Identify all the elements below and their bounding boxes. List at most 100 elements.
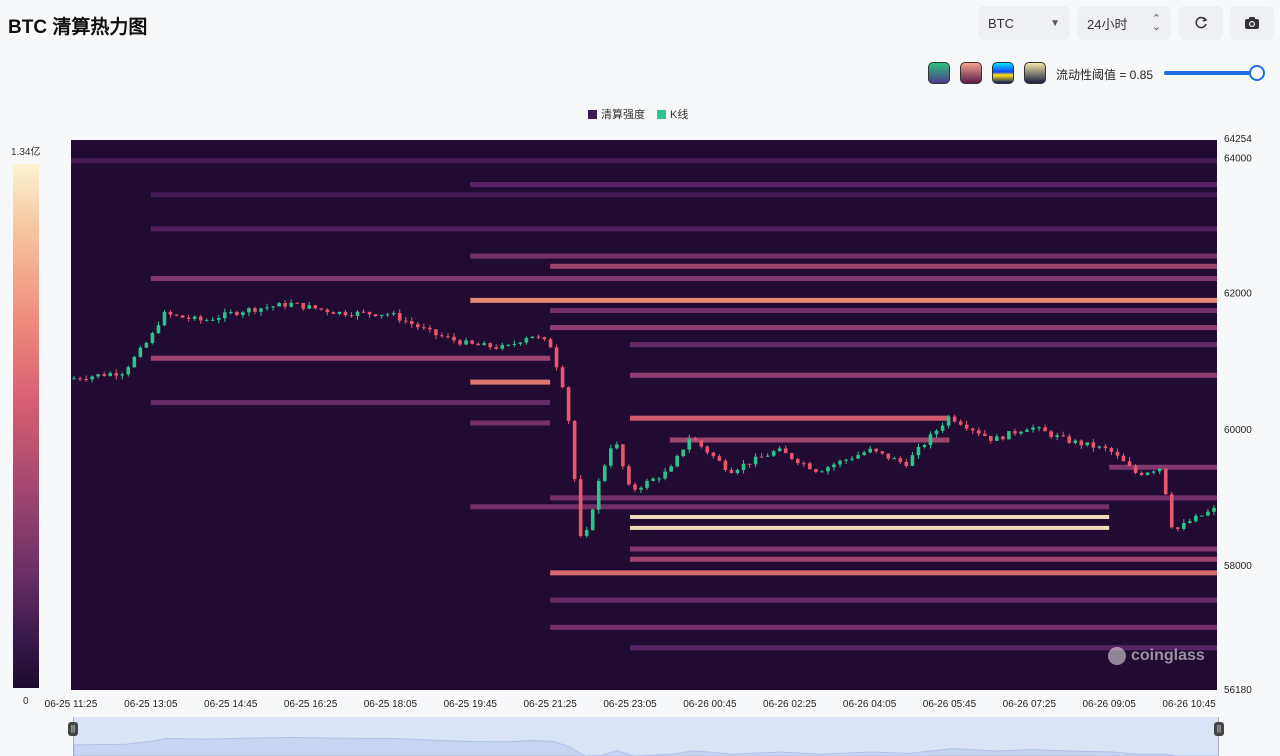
candle-body-37 (295, 302, 299, 304)
candle-body-90 (615, 444, 619, 449)
candle-body-173 (1115, 451, 1120, 456)
candle-body-73 (512, 343, 517, 345)
heat-band-1 (470, 182, 1218, 188)
candle-body-87 (596, 480, 601, 510)
y-tick-label-3: 60000 (1224, 425, 1252, 436)
time-navigator[interactable] (73, 717, 1219, 756)
heat-band-3 (150, 226, 1218, 232)
candle-body-128 (844, 459, 848, 461)
candle-body-31 (259, 308, 263, 312)
heat-band-20 (470, 504, 1110, 510)
navigator-right-handle[interactable]: || (1214, 722, 1224, 736)
time-axis: 06-25 11:25 06-25 13:05 06-25 14:45 06-25 1… (45, 699, 1216, 710)
candle-body-150 (976, 430, 981, 434)
candle-body-101 (681, 449, 686, 456)
candle-body-83 (572, 420, 577, 480)
candle-body-88 (602, 465, 607, 481)
candle-body-38 (301, 302, 306, 309)
candle-body-130 (856, 454, 860, 459)
candle-body-176 (1133, 465, 1138, 473)
candle-body-135 (886, 453, 891, 459)
y-tick-label-4: 58000 (1224, 561, 1252, 572)
x-tick-label-11: 06-26 05:45 (923, 699, 977, 710)
candle-body-110 (735, 469, 740, 474)
candle-body-160 (1037, 427, 1041, 429)
candle-body-43 (331, 312, 336, 314)
candle-body-48 (361, 311, 366, 313)
candle-body-76 (530, 336, 535, 339)
candle-body-57 (416, 324, 420, 328)
heat-band-0 (71, 158, 1217, 164)
candle-body-5 (102, 374, 106, 376)
candle-body-127 (838, 460, 842, 465)
candle-body-22 (204, 320, 209, 322)
heatmap-chart[interactable]: 64254 64000 62000 60000 58000 56180 06-25 11:… (0, 0, 1280, 716)
x-tick-label-2: 06-25 14:45 (204, 699, 258, 710)
candle-body-11 (138, 347, 143, 357)
candle-body-181 (1163, 468, 1168, 495)
candle-body-56 (409, 321, 414, 325)
candle-body-178 (1145, 472, 1150, 475)
heat-band-21 (630, 514, 1110, 519)
candle-body-33 (271, 306, 275, 308)
candle-body-30 (253, 308, 257, 312)
candle-body-78 (542, 337, 547, 340)
x-tick-label-3: 06-25 16:25 (284, 699, 338, 710)
candle-body-89 (609, 448, 613, 466)
heat-band-11 (150, 355, 551, 361)
x-tick-label-8: 06-26 00:45 (683, 699, 737, 710)
candle-body-59 (428, 327, 432, 330)
candle-body-97 (657, 478, 661, 480)
candle-body-113 (753, 456, 758, 465)
candle-body-115 (765, 455, 770, 457)
heat-band-4 (470, 253, 1218, 259)
candle-body-80 (554, 347, 559, 368)
candle-body-125 (826, 467, 830, 472)
candle-body-84 (578, 479, 583, 536)
heat-band-15 (630, 415, 950, 421)
candle-body-35 (283, 302, 287, 307)
candle-body-145 (946, 416, 951, 426)
candle-body-141 (922, 444, 927, 447)
candle-body-137 (898, 458, 903, 462)
candle-body-153 (995, 436, 999, 441)
candle-body-46 (349, 315, 354, 317)
heat-band-14 (150, 400, 551, 406)
y-tick-label-5: 56180 (1224, 685, 1252, 696)
candle-body-124 (820, 471, 824, 473)
heat-band-23 (630, 546, 1217, 552)
candle-body-66 (470, 340, 474, 344)
candle-body-93 (633, 484, 637, 490)
heat-band-9 (550, 325, 1217, 331)
candle-body-149 (970, 428, 975, 431)
navigator-preview (74, 736, 1218, 756)
y-tick-label-2: 62000 (1224, 289, 1252, 300)
candle-body-64 (458, 340, 462, 345)
candle-body-126 (832, 464, 836, 468)
candle-body-179 (1151, 471, 1156, 473)
candle-body-116 (771, 451, 776, 456)
candle-body-85 (584, 530, 589, 536)
candle-body-133 (874, 448, 879, 452)
candle-body-156 (1013, 431, 1017, 434)
candle-body-44 (337, 311, 342, 314)
candle-body-172 (1109, 448, 1114, 452)
x-tick-label-12: 06-26 07:25 (1003, 699, 1057, 710)
candle-body-53 (391, 312, 396, 315)
candle-body-117 (777, 448, 782, 452)
candle-body-26 (229, 312, 233, 314)
candle-body-81 (560, 367, 565, 388)
heatmap-plot-area (71, 140, 1217, 690)
candle-body-139 (910, 455, 915, 466)
heat-band-10 (630, 342, 1217, 348)
candle-body-7 (114, 373, 119, 376)
navigator-left-handle[interactable]: || (68, 722, 78, 736)
candle-body-182 (1169, 494, 1174, 528)
y-tick-label-1: 64000 (1224, 153, 1252, 164)
candle-body-17 (174, 314, 179, 316)
candle-body-123 (814, 469, 818, 472)
candle-body-10 (132, 356, 137, 368)
candle-body-9 (126, 367, 131, 375)
x-tick-label-9: 06-26 02:25 (763, 699, 817, 710)
candle-body-71 (500, 345, 505, 349)
